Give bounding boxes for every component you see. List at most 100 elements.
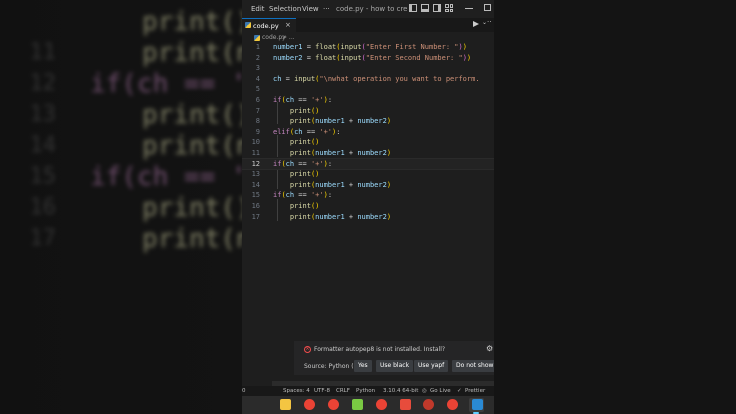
code-token: '+': [310, 191, 324, 200]
tab-label: code.py: [253, 21, 279, 30]
blurred-background-right: [494, 0, 736, 414]
notepad-plus-icon[interactable]: [352, 399, 363, 410]
app-red-icon[interactable]: [400, 399, 411, 410]
toggle-panel-icon[interactable]: [421, 4, 429, 12]
tab-bar: code.py ×: [242, 18, 494, 32]
breadcrumb-symbols[interactable]: > ...: [282, 34, 295, 41]
code-token: print: [289, 106, 311, 115]
code-line[interactable]: 3: [242, 63, 494, 74]
status-encoding[interactable]: UTF-8: [314, 388, 330, 394]
code-line[interactable]: 12 if(ch == '+'):: [242, 157, 494, 171]
code-line[interactable]: 6 if(ch == '+'):: [242, 95, 494, 106]
code-line[interactable]: 13 print(): [242, 169, 494, 180]
code-line[interactable]: 5: [242, 84, 494, 95]
code-token: +: [344, 149, 358, 157]
python-file-icon: [254, 35, 260, 41]
tab-code-py[interactable]: code.py ×: [242, 18, 296, 32]
menu-edit[interactable]: Edit: [251, 5, 265, 13]
status-interpreter[interactable]: 3.10.4 64-bit: [383, 388, 418, 394]
code-token: ): [386, 180, 392, 189]
status-eol[interactable]: CRLF: [336, 388, 350, 394]
menu-view[interactable]: View: [302, 5, 319, 13]
code-line[interactable]: 7 print(): [242, 106, 494, 117]
code-line[interactable]: 10 print(): [242, 137, 494, 148]
code-token: "\nwhat operation you want to perform.: [319, 74, 480, 83]
code-token: number2: [357, 117, 387, 126]
chrome-icon[interactable]: [328, 399, 339, 410]
status-go-live[interactable]: Go Live: [430, 388, 451, 394]
status-prettier[interactable]: Prettier: [465, 388, 485, 394]
code-token: (): [310, 138, 320, 147]
status-indentation[interactable]: Spaces: 4: [283, 388, 310, 394]
code-line[interactable]: 14 print(number1 + number2): [242, 180, 494, 191]
code-token: print: [289, 180, 311, 189]
code-token: ==: [294, 191, 311, 200]
line-number: 9: [255, 127, 260, 136]
status-language[interactable]: Python: [356, 388, 375, 394]
code-line[interactable]: 4 ch = input("\nwhat operation you want t…: [242, 74, 494, 85]
line-number: 2: [255, 53, 260, 62]
code-token: ch: [285, 191, 295, 200]
gear-icon[interactable]: ⚙: [486, 344, 493, 353]
vscode-window: Edit Selection View ··· code.py - how to…: [242, 0, 494, 414]
code-line[interactable]: 17 print(number1 + number2): [242, 212, 494, 223]
line-number: 14: [251, 180, 260, 189]
close-icon[interactable]: ×: [285, 21, 291, 29]
code-token: ): [386, 149, 392, 157]
code-editor[interactable]: 1 number1 = float(input("Enter First Numb…: [242, 42, 494, 342]
code-token: number2: [357, 180, 387, 189]
code-text: number2 = float(input("Enter Second Numb…: [273, 53, 471, 64]
code-token: ==: [294, 96, 311, 104]
yes-button[interactable]: Yes: [354, 360, 372, 372]
do-not-show-again-button[interactable]: Do not show a: [452, 360, 494, 372]
code-token: (): [310, 106, 320, 115]
record-icon[interactable]: [423, 399, 434, 410]
file-explorer-icon[interactable]: [280, 399, 291, 410]
code-line[interactable]: 2 number2 = float(input("Enter Second Num…: [242, 53, 494, 64]
code-line[interactable]: 16 print(): [242, 201, 494, 212]
code-line[interactable]: 1 number1 = float(input("Enter First Numb…: [242, 42, 494, 53]
maximize-icon[interactable]: [484, 4, 491, 11]
notification-message: Formatter autopep8 is not installed. Ins…: [314, 346, 446, 353]
toggle-sidebar-icon[interactable]: [409, 4, 417, 12]
title-bar: Edit Selection View ··· code.py - how to…: [242, 0, 494, 18]
code-line[interactable]: 15 if(ch == '+'):: [242, 190, 494, 201]
customize-layout-icon[interactable]: [445, 4, 453, 12]
code-line[interactable]: 8 print(number1 + number2): [242, 116, 494, 127]
code-token: ): [466, 53, 472, 62]
menu-more[interactable]: ···: [323, 5, 330, 13]
status-problems[interactable]: 0: [242, 388, 246, 394]
code-token: ==: [294, 159, 311, 168]
code-token: input: [340, 53, 362, 62]
code-text: print(): [273, 106, 320, 117]
run-icon[interactable]: [473, 21, 479, 27]
code-token: print: [289, 117, 311, 126]
code-token: (): [310, 202, 320, 210]
chrome-icon[interactable]: [376, 399, 387, 410]
line-number: 15: [251, 191, 260, 200]
minimize-icon[interactable]: [465, 8, 473, 9]
chrome-icon[interactable]: [447, 399, 458, 410]
code-token: =: [302, 53, 316, 62]
vscode-icon[interactable]: [472, 399, 483, 410]
menu-selection[interactable]: Selection: [269, 5, 301, 13]
code-token: =: [281, 74, 295, 83]
use-yapf-button[interactable]: Use yapf: [414, 360, 449, 372]
use-black-button[interactable]: Use black: [376, 360, 414, 372]
chrome-icon[interactable]: [304, 399, 315, 410]
code-text: print(number1 + number2): [273, 148, 391, 159]
toggle-secondary-sidebar-icon[interactable]: [433, 4, 441, 12]
code-token: "Enter Second Number: ": [365, 53, 463, 62]
blurred-background-left: print()11print(nu12if(ch == '+'13print()…: [0, 0, 242, 414]
check-icon: ✓: [457, 388, 462, 394]
code-text: if(ch == '+'):: [273, 159, 332, 170]
code-line[interactable]: 9 elif(ch == '+'):: [242, 127, 494, 138]
code-line[interactable]: 11 print(number1 + number2): [242, 148, 494, 159]
code-token: float: [315, 53, 337, 62]
code-token: ch: [294, 127, 303, 136]
line-number: 7: [255, 106, 260, 115]
code-token: =: [302, 43, 316, 51]
more-actions-icon[interactable]: ··: [487, 18, 491, 26]
